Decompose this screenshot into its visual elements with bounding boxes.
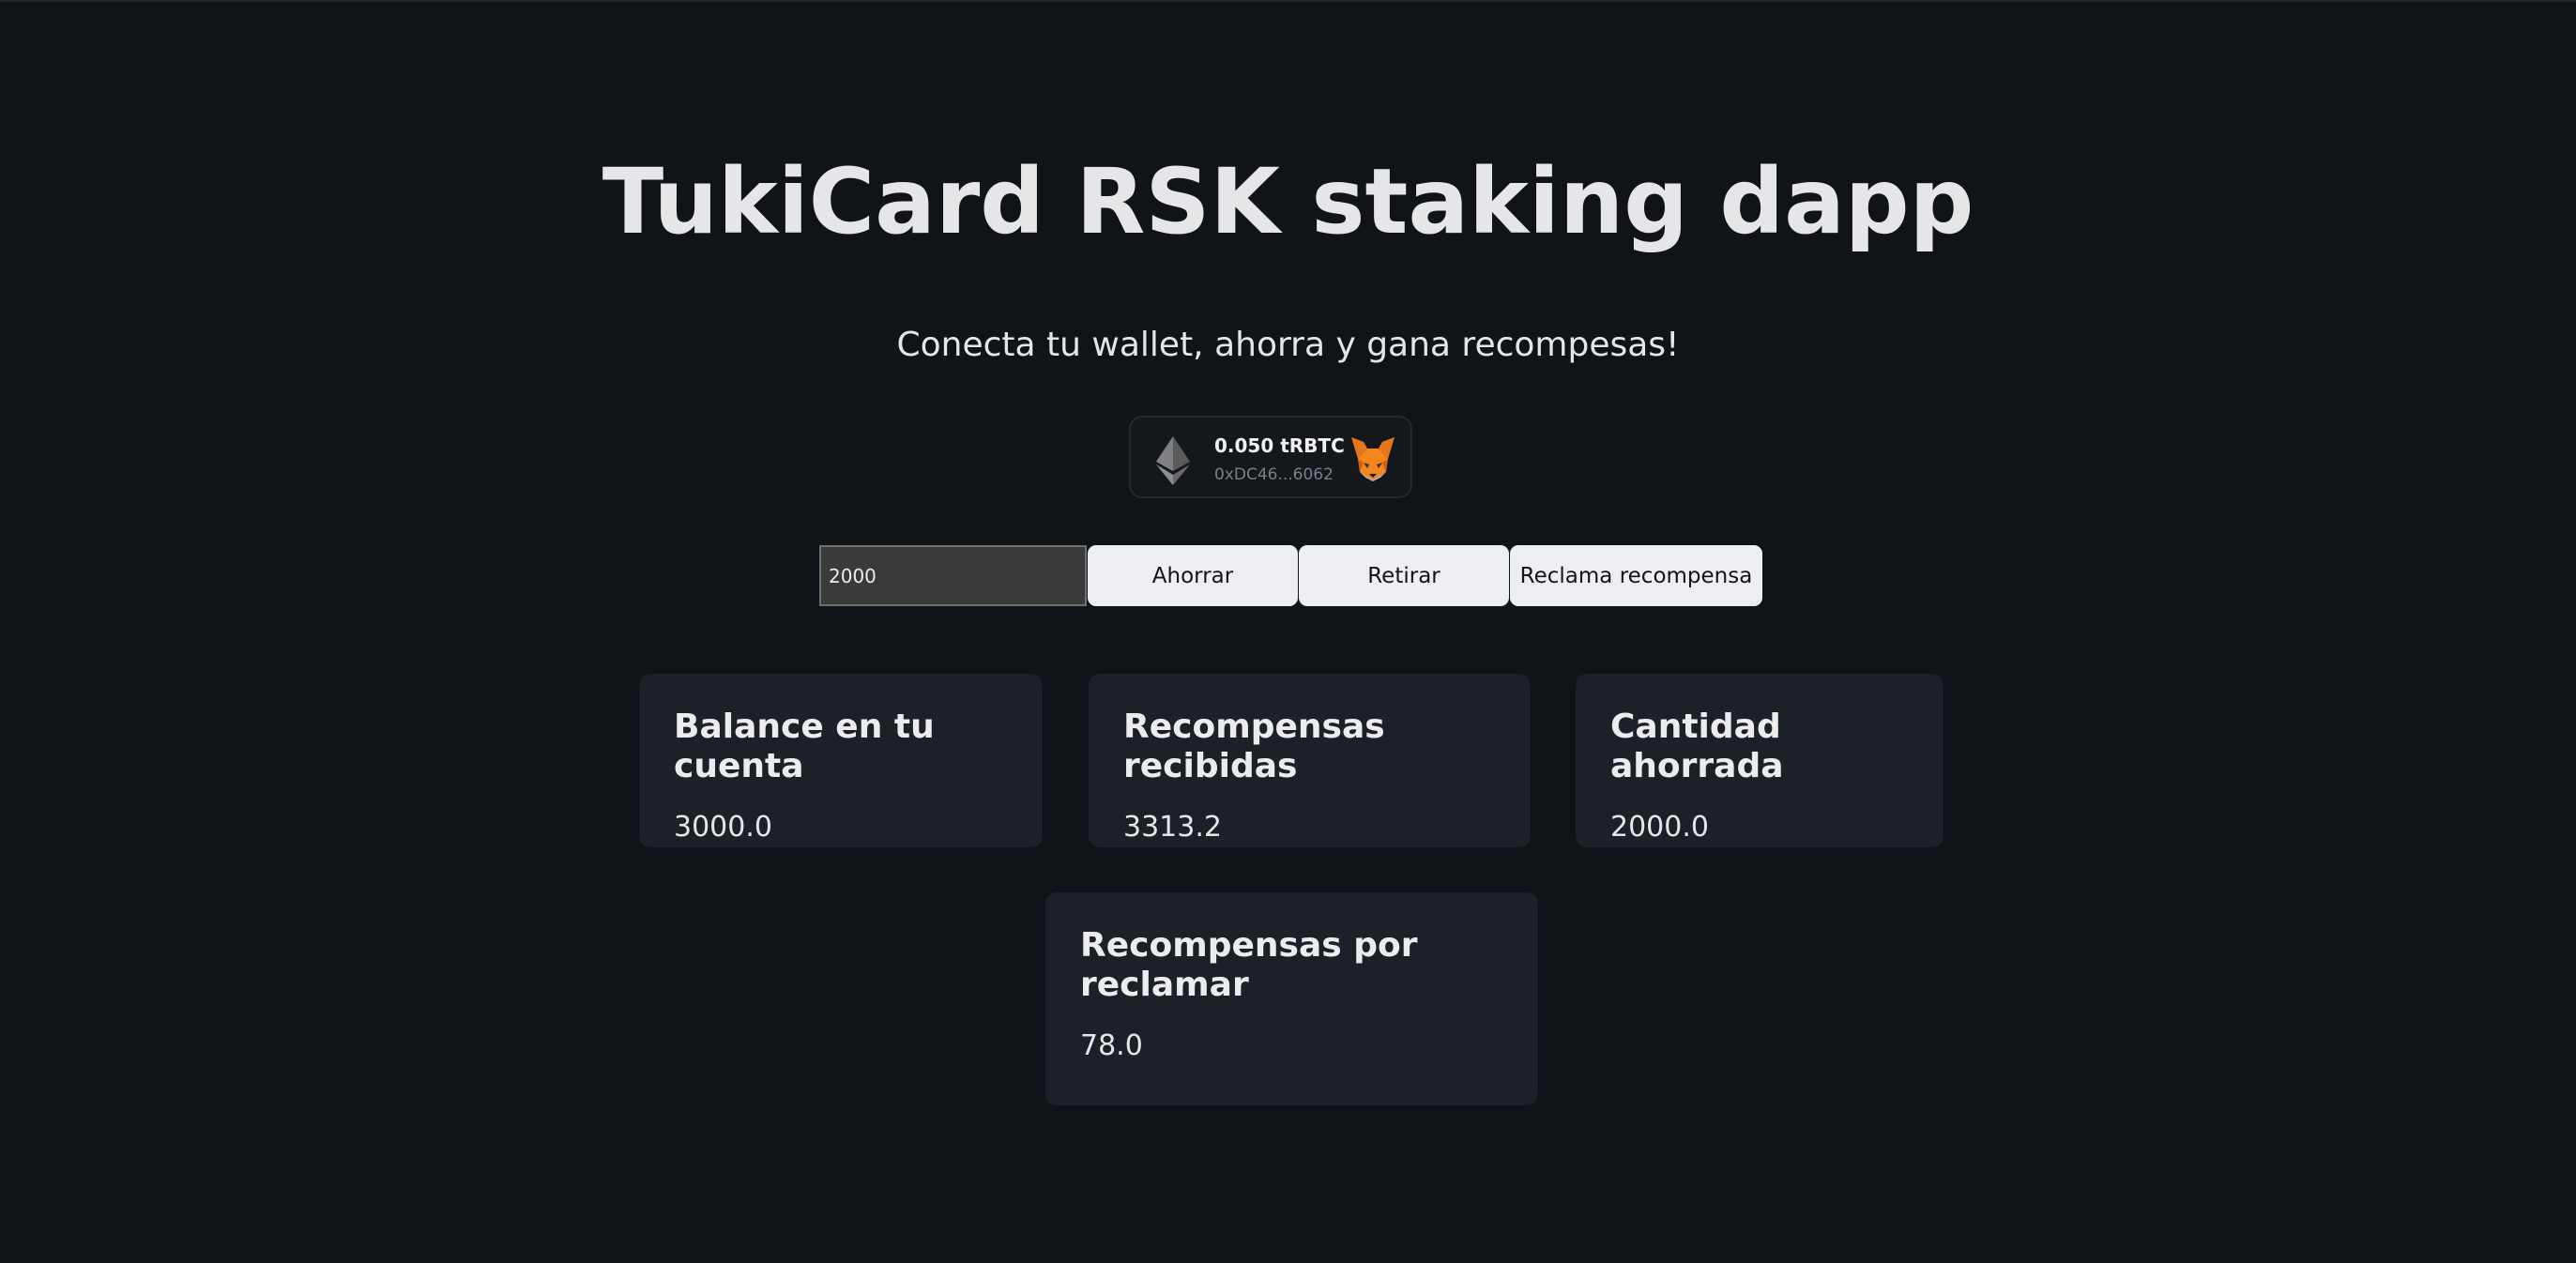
rewards-received-card: Recompensas recibidas 3313.2 <box>1089 674 1531 847</box>
save-button[interactable]: Ahorrar <box>1088 545 1298 606</box>
rewards-pending-card-value: 78.0 <box>1080 1029 1143 1062</box>
rewards-received-card-title: Recompensas recibidas <box>1123 708 1385 785</box>
page-subtitle: Conecta tu wallet, ahorra y gana recompe… <box>896 326 1680 364</box>
amount-saved-card-value: 2000.0 <box>1610 811 1709 844</box>
top-border <box>0 0 2576 2</box>
wallet-address: 0xDC46...6062 <box>1214 465 1334 484</box>
page: TukiCard RSK staking dapp Conecta tu wal… <box>0 0 2576 1263</box>
claim-reward-button[interactable]: Reclama recompensa <box>1510 545 1762 606</box>
balance-card: Balance en tu cuenta 3000.0 <box>639 674 1043 847</box>
page-title: TukiCard RSK staking dapp <box>602 149 1974 254</box>
amount-saved-card: Cantidad ahorrada 2000.0 <box>1576 674 1943 847</box>
wallet-balance: 0.050 tRBTC <box>1214 434 1345 457</box>
rewards-pending-card: Recompensas por reclamar 78.0 <box>1045 892 1538 1105</box>
metamask-fox-icon <box>1351 437 1395 481</box>
balance-card-title: Balance en tu cuenta <box>674 708 935 785</box>
rewards-received-card-value: 3313.2 <box>1123 811 1222 844</box>
amount-input[interactable] <box>819 545 1087 606</box>
balance-card-value: 3000.0 <box>674 811 772 844</box>
amount-saved-card-title: Cantidad ahorrada <box>1610 708 1784 785</box>
ethereum-icon <box>1156 436 1190 485</box>
withdraw-button[interactable]: Retirar <box>1299 545 1509 606</box>
rewards-pending-card-title: Recompensas por reclamar <box>1080 926 1418 1004</box>
wallet-connect-button[interactable]: 0.050 tRBTC 0xDC46...6062 <box>1129 416 1412 498</box>
